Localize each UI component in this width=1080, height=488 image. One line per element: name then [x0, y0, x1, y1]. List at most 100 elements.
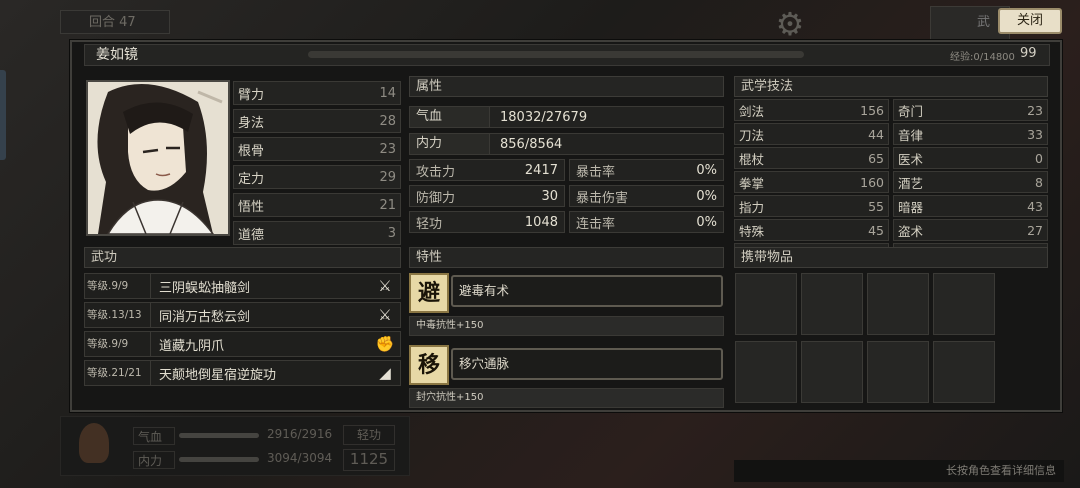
attack-cell: 攻击力 2417 [409, 159, 565, 181]
martial-skills-title: 武学技法 [734, 76, 1048, 97]
skill-value: 0 [1035, 150, 1043, 166]
stat-row: 定力 29 [233, 165, 401, 189]
kungfu-name: 三阴蜈蚣抽髓剑 [159, 280, 251, 296]
stat-row: 臂力 14 [233, 81, 401, 105]
crit-rate-cell: 暴击率 0% [569, 159, 724, 181]
skill-cell: 酒艺 8 [893, 171, 1048, 193]
inventory-grid [735, 273, 995, 403]
inventory-slot[interactable] [933, 273, 995, 335]
skill-cell: 特殊 45 [734, 219, 889, 241]
mp-label: 内力 [133, 451, 175, 469]
skill-label: 棍杖 [739, 151, 765, 167]
trait-description: 封穴抗性+150 [409, 388, 724, 408]
hp-bar [179, 433, 259, 438]
claw-icon: ✊ [375, 335, 395, 353]
skill-cell: 暗器 43 [893, 195, 1048, 217]
inventory-title: 携带物品 [734, 247, 1048, 268]
stat-value: 28 [379, 113, 396, 129]
kungfu-item[interactable]: 等级.21/21 天颠地倒星宿逆旋功 ◢ [84, 360, 401, 386]
skill-cell: 医术 0 [893, 147, 1048, 169]
hp-value: 2916/2916 [267, 427, 333, 441]
hp-label: 气血 [410, 107, 490, 127]
stat-row: 根骨 23 [233, 137, 401, 161]
crit-damage-label: 暴击伤害 [576, 190, 629, 206]
close-button[interactable]: 关闭 [998, 8, 1062, 34]
skill-cell: 指力 55 [734, 195, 889, 217]
stat-label: 身法 [238, 115, 265, 131]
crit-damage-value: 0% [696, 188, 717, 204]
skill-cell: 棍杖 65 [734, 147, 889, 169]
mp-bar [179, 457, 259, 462]
character-avatar[interactable] [79, 423, 109, 463]
bottom-status-hud: 气血 2916/2916 内力 3094/3094 轻功 1125 [60, 416, 410, 476]
stat-label: 道德 [238, 227, 265, 243]
inventory-slot[interactable] [735, 341, 797, 403]
side-handle[interactable] [0, 70, 6, 160]
skill-label: 医术 [898, 151, 924, 167]
stat-value: 23 [379, 141, 396, 157]
skill-value: 23 [1027, 102, 1043, 118]
kungfu-item[interactable]: 等级.9/9 三阴蜈蚣抽髓剑 ⚔ [84, 273, 401, 299]
stat-row: 道德 3 [233, 221, 401, 245]
skill-value: 65 [868, 150, 884, 166]
stat-value: 29 [379, 169, 396, 185]
attributes-title: 属性 [409, 76, 724, 97]
kungfu-name: 道藏九阴爪 [159, 338, 225, 354]
qinggong-cell: 轻功 1048 [409, 211, 565, 233]
mp-label: 内力 [410, 134, 490, 154]
kungfu-item[interactable]: 等级.9/9 道藏九阴爪 ✊ [84, 331, 401, 357]
inventory-slot[interactable] [735, 273, 797, 335]
attack-label: 攻击力 [416, 164, 456, 180]
skill-cell: 拳掌 160 [734, 171, 889, 193]
hp-row: 气血 18032/27679 [409, 106, 724, 128]
skill-label: 剑法 [739, 103, 765, 119]
crit-rate-label: 暴击率 [576, 164, 616, 180]
combo-rate-cell: 连击率 0% [569, 211, 724, 233]
inventory-slot[interactable] [801, 341, 863, 403]
traits-title: 特性 [409, 247, 724, 268]
skill-label: 暗器 [898, 199, 924, 215]
skill-label: 奇门 [898, 103, 924, 119]
qinggong-value: 1125 [343, 449, 395, 471]
mp-row: 内力 856/8564 [409, 133, 724, 155]
stat-label: 根骨 [238, 143, 265, 159]
skill-cell: 剑法 156 [734, 99, 889, 121]
stat-row: 身法 28 [233, 109, 401, 133]
trait-description: 中毒抗性+150 [409, 316, 724, 336]
qinggong-label: 轻功 [343, 425, 395, 445]
character-portrait[interactable] [86, 80, 230, 236]
skill-value: 27 [1027, 222, 1043, 238]
trait-icon[interactable]: 移 [409, 345, 449, 385]
inventory-slot[interactable] [933, 341, 995, 403]
kungfu-title: 武功 [84, 247, 401, 268]
trait-icon[interactable]: 避 [409, 273, 449, 313]
kungfu-item[interactable]: 等级.13/13 同消万古愁云剑 ⚔ [84, 302, 401, 328]
hint-text: 长按角色查看详细信息 [734, 460, 1064, 482]
skill-value: 44 [868, 126, 884, 142]
mp-value: 856/8564 [500, 136, 563, 152]
inventory-slot[interactable] [867, 341, 929, 403]
attack-value: 2417 [524, 162, 558, 178]
stat-row: 悟性 21 [233, 193, 401, 217]
skill-value: 33 [1027, 126, 1043, 142]
skill-cell: 音律 33 [893, 123, 1048, 145]
martial-skills-grid: 剑法 156 奇门 23 刀法 44 音律 33 棍杖 65 医术 0 拳掌 160 酒艺 8 指力 55… [734, 99, 1048, 265]
skill-value: 156 [860, 102, 884, 118]
combo-rate-label: 连击率 [576, 216, 616, 232]
trait-name[interactable]: 避毒有术 [451, 275, 723, 307]
defense-value: 30 [541, 188, 558, 204]
inventory-slot[interactable] [801, 273, 863, 335]
skill-label: 指力 [739, 199, 765, 215]
trait-name[interactable]: 移穴通脉 [451, 348, 723, 380]
kungfu-level: 等级.21/21 [85, 361, 151, 385]
inventory-slot[interactable] [867, 273, 929, 335]
gear-icon[interactable]: ⚙ [770, 6, 810, 42]
qinggong-label: 轻功 [416, 216, 443, 232]
stat-value: 21 [379, 197, 396, 213]
kungfu-list: 等级.9/9 三阴蜈蚣抽髓剑 ⚔ 等级.13/13 同消万古愁云剑 ⚔ 等级.9/9 道藏… [84, 273, 401, 386]
sword-icon: ⚔ [378, 306, 392, 324]
crit-damage-cell: 暴击伤害 0% [569, 185, 724, 207]
crit-rate-value: 0% [696, 162, 717, 178]
skill-label: 酒艺 [898, 175, 924, 191]
round-counter: 回合 47 [60, 10, 170, 34]
